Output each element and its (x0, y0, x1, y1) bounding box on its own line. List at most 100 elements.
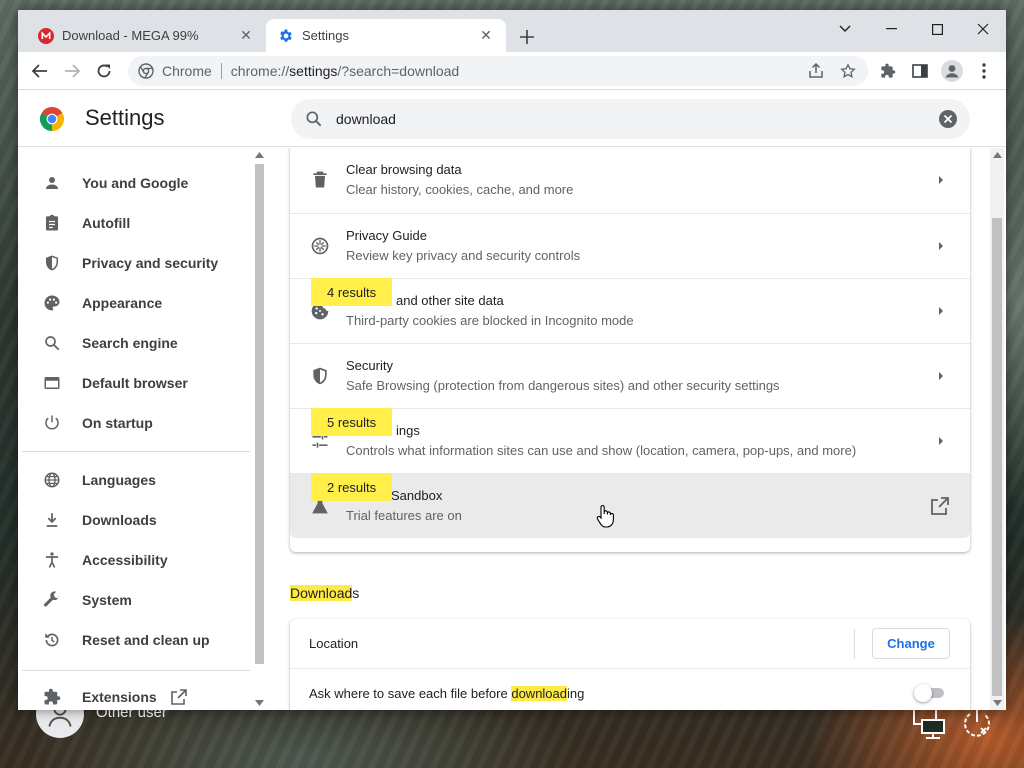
sidebar-item-system[interactable]: System (18, 580, 250, 620)
address-bar[interactable]: Chrome chrome://settings/?search=downloa… (128, 56, 868, 86)
row-subtitle: Safe Browsing (protection from dangerous… (346, 378, 780, 393)
clipboard-icon (42, 213, 62, 233)
row-title: and other site data (396, 293, 504, 308)
extensions-button[interactable] (874, 57, 902, 85)
security-row[interactable]: Security Safe Browsing (protection from … (290, 343, 970, 408)
network-icon[interactable] (912, 706, 946, 740)
star-icon (840, 63, 856, 78)
globe-icon (42, 470, 62, 490)
clear-browsing-data-row[interactable]: Clear browsing data Clear history, cooki… (290, 148, 970, 213)
row-divider (854, 629, 855, 659)
sidebar-item-downloads[interactable]: Downloads (18, 500, 250, 540)
search-results-bubble: 4 results (311, 278, 393, 306)
browser-window: Download - MEGA 99% ✕ Settings ✕ Chrome … (18, 10, 1006, 710)
tab-search-button[interactable] (822, 14, 868, 44)
sidebar-item-label: Appearance (82, 295, 163, 311)
minimize-button[interactable] (868, 14, 914, 44)
sidebar-item-reset-and-clean-up[interactable]: Reset and clean up (18, 620, 250, 660)
sidebar-item-extensions[interactable]: Extensions (18, 677, 250, 710)
reset-icon (42, 630, 62, 650)
scroll-down-arrow-icon[interactable] (255, 700, 264, 706)
row-title: Security (346, 358, 393, 373)
location-label: Location (309, 636, 359, 651)
power-options-icon[interactable] (960, 706, 994, 740)
close-window-button[interactable] (960, 14, 1006, 44)
scroll-down-arrow-icon[interactable] (993, 700, 1002, 706)
privacy-guide-row[interactable]: Privacy Guide Review key privacy and sec… (290, 213, 970, 278)
back-button[interactable] (26, 57, 54, 85)
tab-title: Settings (302, 28, 349, 43)
sidebar-item-autofill[interactable]: Autofill (18, 203, 250, 243)
tab-mega-download[interactable]: Download - MEGA 99% ✕ (26, 19, 266, 52)
browser-menu-button[interactable] (970, 57, 998, 85)
bookmark-button[interactable] (834, 57, 862, 85)
toggle-knob (914, 684, 932, 702)
search-results-bubble: 5 results (311, 408, 393, 436)
close-tab-icon[interactable]: ✕ (238, 27, 254, 44)
sidebar-item-languages[interactable]: Languages (18, 460, 250, 500)
downloads-section-title: Downloads (290, 585, 359, 601)
omnibox-url: chrome://settings/?search=download (231, 63, 459, 79)
sidebar-item-appearance[interactable]: Appearance (18, 283, 250, 323)
search-input[interactable] (336, 111, 938, 127)
reload-icon (97, 64, 111, 78)
row-title: Clear browsing data (346, 162, 462, 177)
sidebar-item-label: Default browser (82, 375, 188, 391)
scroll-up-arrow-icon[interactable] (255, 152, 264, 158)
arrow-right-icon (939, 372, 943, 380)
share-button[interactable] (802, 57, 830, 85)
ask-where-toggle[interactable] (914, 684, 946, 702)
ask-where-label: Ask where to save each file before downl… (309, 686, 584, 701)
change-location-button[interactable]: Change (872, 628, 950, 659)
sidebar-item-you-and-google[interactable]: You and Google (18, 163, 250, 203)
cookies-row[interactable]: and other site data Third-party cookies … (290, 278, 970, 343)
sidebar-item-accessibility[interactable]: Accessibility (18, 540, 250, 580)
sidebar-item-search-engine[interactable]: Search engine (18, 323, 250, 363)
shield-icon (313, 367, 327, 385)
content-scrollbar-thumb[interactable] (992, 218, 1002, 696)
side-panel-icon (912, 64, 928, 78)
location-row: Location Change (290, 619, 970, 668)
sidebar-item-on-startup[interactable]: On startup (18, 403, 250, 443)
open-in-new-icon (931, 497, 949, 515)
reload-button[interactable] (90, 57, 118, 85)
ask-where-to-save-row[interactable]: Ask where to save each file before downl… (290, 668, 970, 710)
settings-sidebar: You and Google Autofill Privacy and secu… (18, 148, 268, 710)
side-panel-button[interactable] (906, 57, 934, 85)
sidebar-item-label: You and Google (82, 175, 189, 191)
shield-icon (42, 253, 62, 273)
close-tab-icon[interactable]: ✕ (478, 27, 494, 44)
profile-button[interactable] (938, 57, 966, 85)
new-tab-button[interactable] (516, 26, 538, 48)
profile-avatar-icon (941, 60, 963, 82)
row-subtitle: Controls what information sites can use … (346, 443, 857, 458)
arrow-right-icon (939, 437, 943, 445)
arrow-right-icon (939, 307, 943, 315)
plus-icon (520, 30, 534, 44)
sidebar-scrollbar-thumb[interactable] (255, 164, 264, 664)
row-title: Sandbox (391, 488, 443, 503)
url-scheme: chrome:// (230, 63, 290, 79)
minimize-icon (885, 28, 897, 30)
privacy-sandbox-row[interactable]: Sandbox Trial features are on 2 results (290, 473, 970, 538)
wrench-icon (42, 590, 62, 610)
row-title: Privacy Guide (346, 228, 427, 243)
row-subtitle: Clear history, cookies, cache, and more (346, 182, 574, 197)
sidebar-item-label: Autofill (82, 215, 131, 231)
site-settings-row[interactable]: ings Controls what information sites can… (290, 408, 970, 473)
sidebar-item-default-browser[interactable]: Default browser (18, 363, 250, 403)
browser-toolbar: Chrome chrome://settings/?search=downloa… (18, 52, 1006, 90)
compass-icon (311, 237, 329, 255)
tab-settings[interactable]: Settings ✕ (266, 19, 506, 52)
sidebar-divider (22, 670, 250, 671)
maximize-button[interactable] (914, 14, 960, 44)
sidebar-item-privacy-and-security[interactable]: Privacy and security (18, 243, 250, 283)
forward-button[interactable] (58, 57, 86, 85)
settings-search[interactable] (291, 99, 970, 139)
close-icon (977, 23, 989, 35)
url-host: settings (289, 63, 338, 79)
scroll-up-arrow-icon[interactable] (993, 152, 1002, 158)
clear-search-icon[interactable] (938, 109, 958, 129)
search-results-bubble: 2 results (311, 473, 393, 501)
mega-icon (38, 27, 54, 44)
